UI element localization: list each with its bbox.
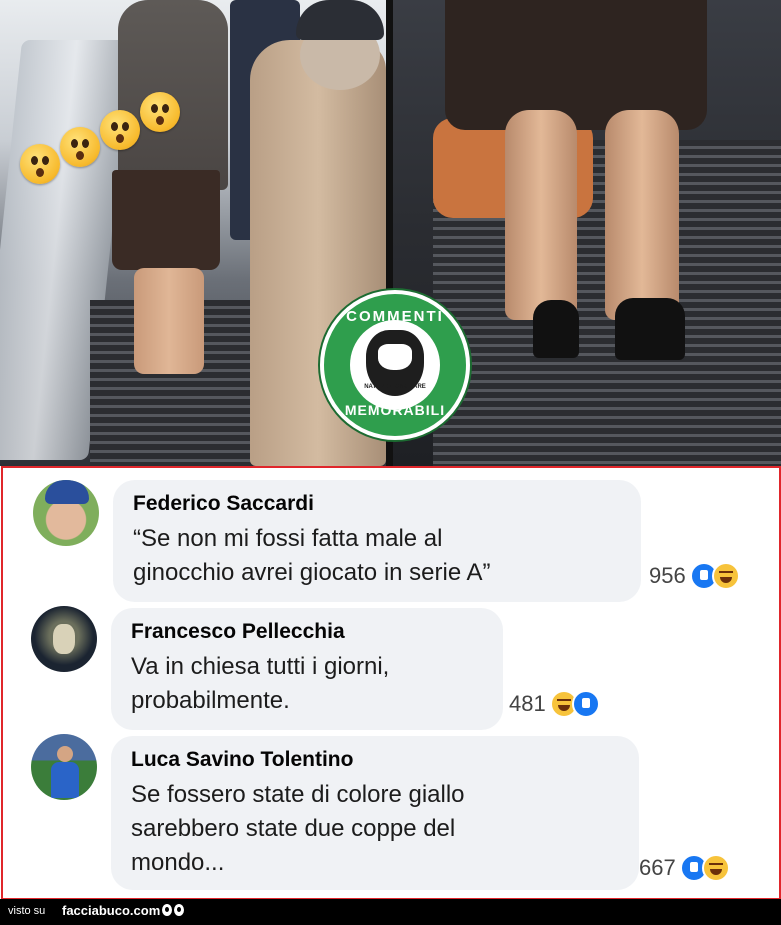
- comment-bubble: Francesco Pellecchia Va in chiesa tutti …: [111, 608, 503, 730]
- eyes-icon: [162, 904, 186, 918]
- avatar[interactable]: [31, 734, 97, 800]
- comment-text-line: Se fossero state di colore giallo: [131, 781, 465, 808]
- comment-text-line: ginocchio avrei giocato in serie A”: [133, 559, 491, 586]
- astonished-emoji-icon: [60, 127, 100, 167]
- reaction-count: 481: [509, 691, 546, 716]
- reaction-count: 667: [639, 855, 676, 880]
- watermark-footer: visto su facciabuco.com: [0, 899, 781, 925]
- comment-bubble: Luca Savino Tolentino Se fossero state d…: [111, 736, 639, 890]
- comment-text: Se fossero state di colore giallo sarebb…: [131, 778, 619, 880]
- footer-visto-text: visto su: [8, 905, 46, 917]
- avatar-figure: [57, 746, 73, 762]
- comment-text: Va in chiesa tutti i giorni, probabilmen…: [131, 650, 483, 718]
- beanie-hat: [45, 480, 89, 504]
- reaction-summary[interactable]: 667: [639, 854, 730, 882]
- astonished-emoji-icon: [100, 110, 140, 150]
- avatar-figure: [53, 624, 75, 654]
- like-icon: [571, 690, 600, 718]
- comment-text-line: sarebbero state due coppe del: [131, 815, 456, 842]
- comment-text-line: “Se non mi fossi fatta male al: [133, 525, 443, 552]
- reaction-count: 956: [649, 563, 686, 588]
- footer-site-link[interactable]: facciabuco.com: [62, 903, 160, 918]
- comment-author[interactable]: Luca Savino Tolentino: [131, 748, 619, 772]
- comment-item: Federico Saccardi “Se non mi fossi fatta…: [3, 468, 779, 608]
- reaction-summary[interactable]: 481: [509, 690, 600, 718]
- elderly-woman-figure: [118, 0, 228, 190]
- comments-panel: Federico Saccardi “Se non mi fossi fatta…: [1, 466, 781, 900]
- comment-text: “Se non mi fossi fatta male al ginocchio…: [133, 522, 621, 590]
- closeup-right-leg: [605, 110, 679, 320]
- woman-skirt: [112, 170, 220, 270]
- comment-bubble: Federico Saccardi “Se non mi fossi fatta…: [113, 480, 641, 602]
- closeup-skirt: [445, 0, 707, 130]
- avatar[interactable]: [33, 480, 99, 546]
- woman-legs: [134, 268, 204, 374]
- avatar[interactable]: [31, 606, 97, 672]
- logo-bottom-text: MEMORABILI: [344, 402, 446, 418]
- closeup-left-leg: [505, 110, 577, 320]
- commenti-memorabili-logo: COMMENTI NATI PER IGNORARE MEMORABILI: [320, 290, 470, 440]
- astonished-emoji-icon: [140, 92, 180, 132]
- comment-text-line: mondo...: [131, 849, 225, 876]
- avatar-shirt: [51, 762, 79, 798]
- comment-text-line: Va in chiesa tutti i giorni,: [131, 653, 390, 680]
- haha-icon: [711, 562, 740, 590]
- left-shoe: [533, 300, 579, 358]
- logo-small-text: NATI PER IGNORARE: [364, 384, 426, 390]
- comment-author[interactable]: Federico Saccardi: [133, 492, 621, 516]
- haha-icon: [701, 854, 730, 882]
- right-shoe: [615, 298, 685, 360]
- comment-item: Luca Savino Tolentino Se fossero state d…: [3, 734, 779, 894]
- reaction-summary[interactable]: 956: [649, 562, 740, 590]
- comment-author[interactable]: Francesco Pellecchia: [131, 620, 483, 644]
- comment-text-line: probabilmente.: [131, 687, 290, 714]
- astonished-emoji-icon: [20, 144, 60, 184]
- elderly-man-cap: [296, 0, 384, 40]
- comment-item: Francesco Pellecchia Va in chiesa tutti …: [3, 606, 779, 736]
